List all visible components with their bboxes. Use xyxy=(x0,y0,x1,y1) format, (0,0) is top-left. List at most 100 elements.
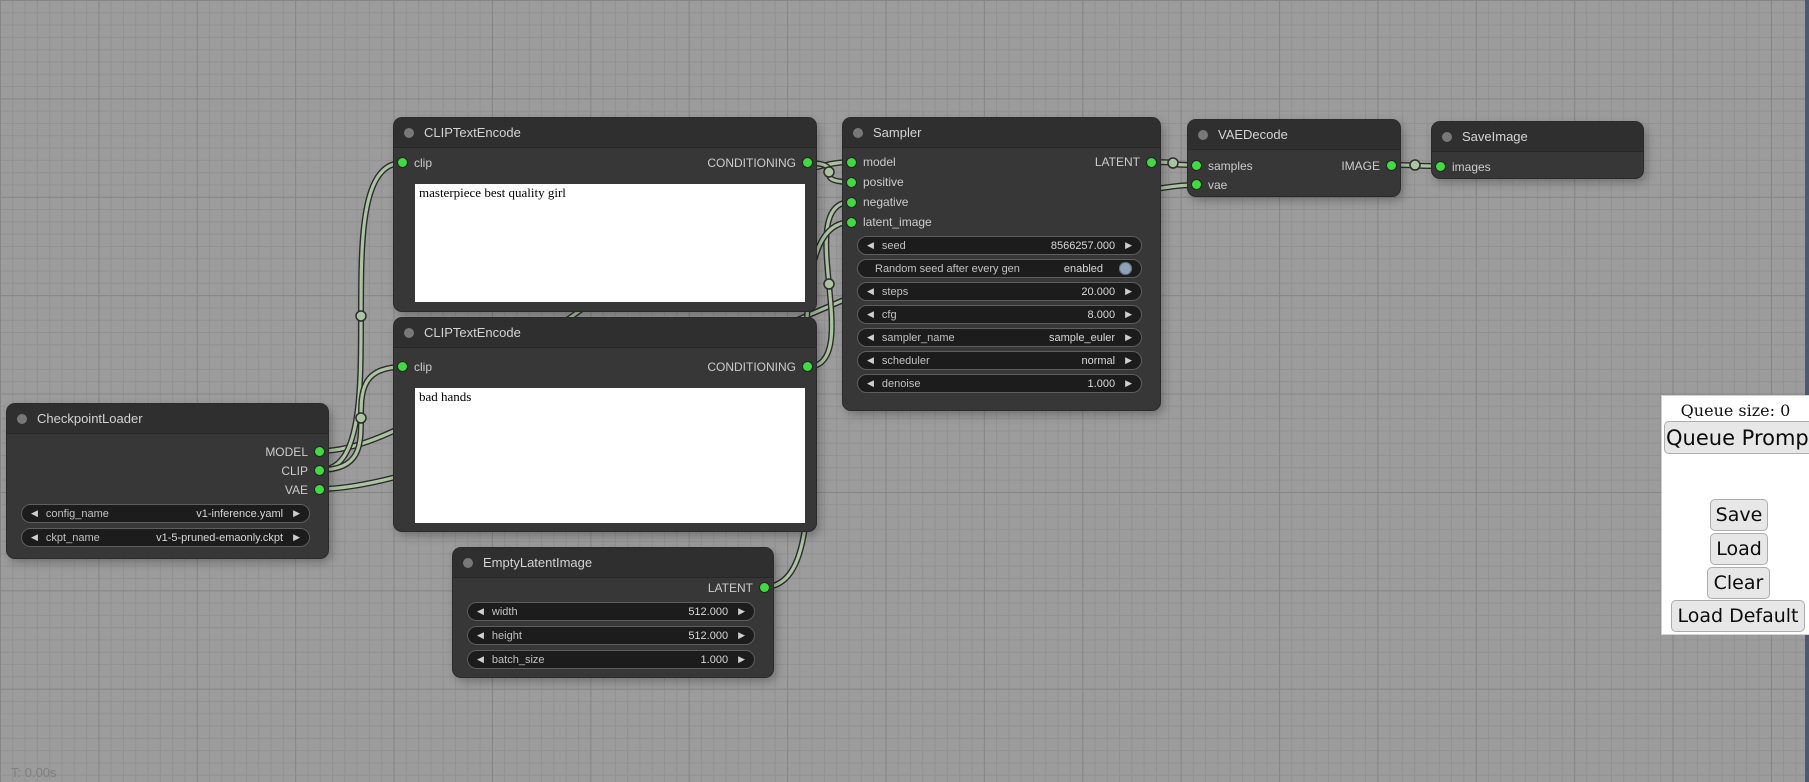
output-port-conditioning[interactable] xyxy=(803,362,812,371)
node-clip-text-encode-positive[interactable]: CLIPTextEncode clip CONDITIONING masterp… xyxy=(394,118,816,311)
widget-config-name[interactable]: ◀ config_name v1-inference.yaml ▶ xyxy=(21,504,310,523)
increment-arrow-icon[interactable]: ▶ xyxy=(1125,356,1132,365)
output-label: CONDITIONING xyxy=(707,156,796,170)
node-titlebar[interactable]: EmptyLatentImage xyxy=(453,548,773,578)
input-port-images[interactable] xyxy=(1436,162,1445,171)
node-title: SaveImage xyxy=(1462,129,1528,144)
increment-arrow-icon[interactable]: ▶ xyxy=(293,509,300,518)
widget-value[interactable]: 8566257.000 xyxy=(1051,240,1115,252)
increment-arrow-icon[interactable]: ▶ xyxy=(738,655,745,664)
node-titlebar[interactable]: VAEDecode xyxy=(1188,120,1400,150)
widget-denoise[interactable]: ◀ denoise 1.000 ▶ xyxy=(857,374,1142,393)
widget-height[interactable]: ◀ height 512.000 ▶ xyxy=(467,626,755,645)
node-sampler[interactable]: Sampler model LATENT positive negative l… xyxy=(843,118,1160,410)
output-port-clip[interactable] xyxy=(315,466,324,475)
decrement-arrow-icon[interactable]: ◀ xyxy=(867,356,874,365)
widget-scheduler[interactable]: ◀ scheduler normal ▶ xyxy=(857,351,1142,370)
increment-arrow-icon[interactable]: ▶ xyxy=(293,533,300,542)
node-graph-canvas[interactable]: { "canvas": { "status_text": "T: 0.00s" … xyxy=(0,0,1809,782)
decrement-arrow-icon[interactable]: ◀ xyxy=(477,631,484,640)
decrement-arrow-icon[interactable]: ◀ xyxy=(31,509,38,518)
decrement-arrow-icon[interactable]: ◀ xyxy=(867,287,874,296)
node-save-image[interactable]: SaveImage images xyxy=(1432,122,1643,178)
widget-value[interactable]: 512.000 xyxy=(688,630,728,642)
node-checkpoint-loader[interactable]: CheckpointLoader MODEL CLIP VAE ◀ config… xyxy=(7,404,328,558)
output-port-vae[interactable] xyxy=(315,485,324,494)
save-button[interactable]: Save xyxy=(1710,499,1768,531)
widget-value[interactable]: 512.000 xyxy=(688,606,728,618)
node-titlebar[interactable]: CLIPTextEncode xyxy=(394,118,816,148)
widget-value[interactable]: normal xyxy=(1081,355,1115,367)
load-default-button[interactable]: Load Default xyxy=(1671,600,1805,632)
node-empty-latent-image[interactable]: EmptyLatentImage LATENT ◀ width 512.000 … xyxy=(453,548,773,677)
clear-button[interactable]: Clear xyxy=(1707,567,1770,599)
widget-steps[interactable]: ◀ steps 20.000 ▶ xyxy=(857,282,1142,301)
decrement-arrow-icon[interactable]: ◀ xyxy=(867,333,874,342)
input-port-clip[interactable] xyxy=(398,362,407,371)
queue-prompt-button[interactable]: Queue Prompt xyxy=(1664,421,1809,454)
collapse-dot-icon[interactable] xyxy=(853,128,863,138)
collapse-dot-icon[interactable] xyxy=(1198,130,1208,140)
node-titlebar[interactable]: CheckpointLoader xyxy=(7,404,328,434)
node-vae-decode[interactable]: VAEDecode samples IMAGE vae xyxy=(1188,120,1400,196)
increment-arrow-icon[interactable]: ▶ xyxy=(1125,379,1132,388)
widget-value[interactable]: 1.000 xyxy=(701,654,729,666)
output-port-latent[interactable] xyxy=(1147,158,1156,167)
vertical-scrollbar[interactable] xyxy=(1805,0,1809,782)
negative-prompt-textarea[interactable]: bad hands xyxy=(415,388,805,523)
positive-prompt-textarea[interactable]: masterpiece best quality girl xyxy=(415,184,805,302)
widget-sampler-name[interactable]: ◀ sampler_name sample_euler ▶ xyxy=(857,328,1142,347)
output-port-model[interactable] xyxy=(315,447,324,456)
widget-value[interactable]: 1.000 xyxy=(1088,378,1116,390)
output-row-model: MODEL xyxy=(7,442,328,461)
input-port-model[interactable] xyxy=(847,158,856,167)
widget-value[interactable]: v1-inference.yaml xyxy=(196,508,283,520)
widget-cfg[interactable]: ◀ cfg 8.000 ▶ xyxy=(857,305,1142,324)
increment-arrow-icon[interactable]: ▶ xyxy=(1125,287,1132,296)
widget-value[interactable]: v1-5-pruned-emaonly.ckpt xyxy=(156,532,283,544)
increment-arrow-icon[interactable]: ▶ xyxy=(1125,310,1132,319)
decrement-arrow-icon[interactable]: ◀ xyxy=(477,655,484,664)
decrement-arrow-icon[interactable]: ◀ xyxy=(867,379,874,388)
toggle-dot-icon[interactable] xyxy=(1119,262,1132,275)
input-port-samples[interactable] xyxy=(1192,161,1201,170)
widget-value[interactable]: enabled xyxy=(1064,263,1103,275)
decrement-arrow-icon[interactable]: ◀ xyxy=(867,241,874,250)
increment-arrow-icon[interactable]: ▶ xyxy=(1125,241,1132,250)
decrement-arrow-icon[interactable]: ◀ xyxy=(477,607,484,616)
input-port-negative[interactable] xyxy=(847,198,856,207)
output-port-latent[interactable] xyxy=(760,583,769,592)
collapse-dot-icon[interactable] xyxy=(404,328,414,338)
node-titlebar[interactable]: Sampler xyxy=(843,118,1160,148)
output-label: LATENT xyxy=(708,581,753,595)
collapse-dot-icon[interactable] xyxy=(1442,132,1452,142)
widget-value[interactable]: 20.000 xyxy=(1081,286,1115,298)
output-port-conditioning[interactable] xyxy=(803,158,812,167)
widget-ckpt-name[interactable]: ◀ ckpt_name v1-5-pruned-emaonly.ckpt ▶ xyxy=(21,528,310,547)
widget-width[interactable]: ◀ width 512.000 ▶ xyxy=(467,602,755,621)
decrement-arrow-icon[interactable]: ◀ xyxy=(867,310,874,319)
input-port-clip[interactable] xyxy=(398,158,407,167)
collapse-dot-icon[interactable] xyxy=(463,558,473,568)
input-port-latent-image[interactable] xyxy=(847,218,856,227)
output-port-image[interactable] xyxy=(1387,161,1396,170)
node-titlebar[interactable]: SaveImage xyxy=(1432,122,1643,152)
widget-value[interactable]: 8.000 xyxy=(1088,309,1116,321)
input-port-vae[interactable] xyxy=(1192,180,1201,189)
widget-value[interactable]: sample_euler xyxy=(1049,332,1115,344)
widget-seed[interactable]: ◀ seed 8566257.000 ▶ xyxy=(857,236,1142,255)
load-button[interactable]: Load xyxy=(1710,533,1768,565)
widget-batch-size[interactable]: ◀ batch_size 1.000 ▶ xyxy=(467,650,755,669)
increment-arrow-icon[interactable]: ▶ xyxy=(1125,333,1132,342)
node-clip-text-encode-negative[interactable]: CLIPTextEncode clip CONDITIONING bad han… xyxy=(394,318,816,531)
increment-arrow-icon[interactable]: ▶ xyxy=(738,631,745,640)
output-row-clip: CLIP xyxy=(7,461,328,480)
collapse-dot-icon[interactable] xyxy=(404,128,414,138)
increment-arrow-icon[interactable]: ▶ xyxy=(738,607,745,616)
output-row-vae: VAE xyxy=(7,480,328,499)
node-titlebar[interactable]: CLIPTextEncode xyxy=(394,318,816,348)
widget-random-seed-toggle[interactable]: Random seed after every gen enabled xyxy=(857,259,1142,278)
decrement-arrow-icon[interactable]: ◀ xyxy=(31,533,38,542)
collapse-dot-icon[interactable] xyxy=(17,414,27,424)
input-port-positive[interactable] xyxy=(847,178,856,187)
